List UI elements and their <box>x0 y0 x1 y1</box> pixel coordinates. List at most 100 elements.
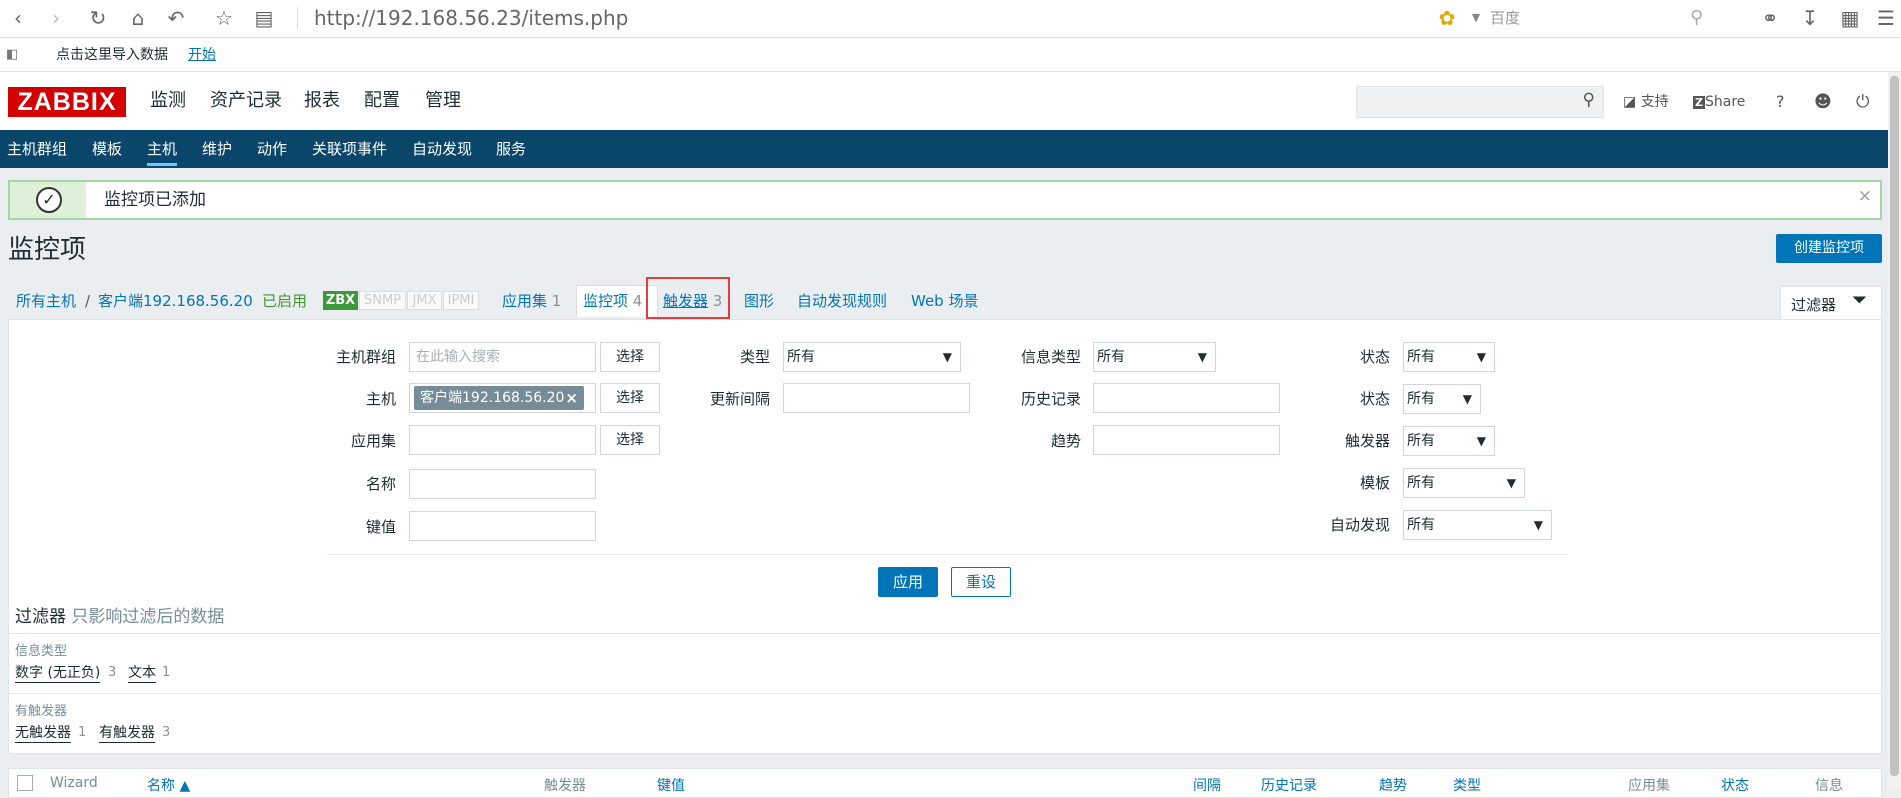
breadcrumb-host[interactable]: 客户端192.168.56.20 <box>98 290 253 312</box>
menu-icon[interactable]: ☰ <box>1872 4 1900 32</box>
share-z-icon: Z <box>1693 96 1705 109</box>
forward-icon[interactable]: › <box>42 4 70 32</box>
share-link[interactable]: Z Share <box>1693 92 1745 113</box>
menu-monitoring[interactable]: 监测 <box>150 86 186 116</box>
submenu-discovery[interactable]: 自动发现 <box>412 139 472 159</box>
zabbix-logo[interactable]: ZABBIX <box>8 87 126 117</box>
template-select-value: 所有 <box>1407 475 1435 491</box>
col-history[interactable]: 历史记录 <box>1261 775 1317 795</box>
host-group-select-button[interactable]: 选择 <box>600 342 660 372</box>
menu-reports[interactable]: 报表 <box>304 86 340 116</box>
status-select[interactable]: 所有 ▼ <box>1403 384 1481 414</box>
state-label: 状态 <box>1359 348 1390 366</box>
start-link[interactable]: 开始 <box>188 38 216 72</box>
name-input[interactable] <box>409 469 596 499</box>
subfilter-with-triggers[interactable]: 有触发器 <box>99 724 155 743</box>
key-label: 键值 <box>365 518 396 536</box>
applications-count: 1 <box>551 292 562 310</box>
chevron-down-icon: ▼ <box>1533 518 1543 532</box>
subfilter-divider <box>8 633 1882 634</box>
trends-input[interactable] <box>1093 425 1280 455</box>
template-select[interactable]: 所有 ▼ <box>1403 468 1525 498</box>
reader-icon[interactable]: ▤ <box>250 4 278 32</box>
application-select-button[interactable]: 选择 <box>600 425 660 455</box>
subfilter-numeric[interactable]: 数字 (无正负) <box>15 664 101 683</box>
submenu-hosts[interactable]: 主机 <box>147 139 178 166</box>
subfilter-text[interactable]: 文本 <box>128 664 156 683</box>
chevron-down-icon[interactable]: ▼ <box>1462 4 1490 32</box>
history-input[interactable] <box>1093 383 1280 413</box>
create-item-button[interactable]: 创建监控项 <box>1776 234 1882 263</box>
tab-applications[interactable]: 应用集 1 <box>502 290 561 312</box>
page-scrollbar[interactable] <box>1888 72 1901 789</box>
submenu-host-groups[interactable]: 主机群组 <box>7 139 67 159</box>
submenu-correlation[interactable]: 关联项事件 <box>312 139 387 159</box>
menu-configuration[interactable]: 配置 <box>364 86 400 116</box>
menu-administration[interactable]: 管理 <box>425 86 461 116</box>
discovery-select[interactable]: 所有 ▼ <box>1403 510 1552 540</box>
submenu-maintenance[interactable]: 维护 <box>202 139 232 159</box>
filter-tab[interactable]: 过滤器 ⏷ <box>1780 286 1882 320</box>
tab-discovery-rules[interactable]: 自动发现规则 <box>797 290 887 312</box>
apply-button[interactable]: 应用 <box>878 567 938 597</box>
key-input[interactable] <box>409 511 596 541</box>
col-status[interactable]: 状态 <box>1721 775 1749 795</box>
cloud-icon[interactable]: ⚭ <box>1756 4 1784 32</box>
support-link[interactable]: ◪ 支持 <box>1623 92 1669 112</box>
breadcrumb-separator: / <box>85 292 91 310</box>
search-icon[interactable]: ⚲ <box>1583 90 1595 110</box>
undo-icon[interactable]: ↶ <box>162 4 190 32</box>
tab-graphs[interactable]: 图形 <box>744 290 774 312</box>
subfilter-no-triggers[interactable]: 无触发器 <box>15 724 71 743</box>
remove-chip-icon[interactable]: × <box>565 386 578 410</box>
reload-icon[interactable]: ↻ <box>84 4 112 32</box>
col-trends[interactable]: 趋势 <box>1379 775 1407 795</box>
help-icon[interactable]: ? <box>1776 92 1785 112</box>
breadcrumb-all-hosts[interactable]: 所有主机 <box>16 290 76 312</box>
application-input[interactable] <box>409 425 596 455</box>
share-label: Share <box>1704 94 1746 110</box>
col-interval[interactable]: 间隔 <box>1193 775 1221 795</box>
host-group-input[interactable]: 在此输入搜索 <box>409 342 596 372</box>
user-profile-icon[interactable]: ☻ <box>1814 92 1832 112</box>
history-label: 历史记录 <box>1020 390 1081 408</box>
close-icon[interactable]: × <box>1858 186 1872 206</box>
info-type-select[interactable]: 所有 ▼ <box>1093 342 1216 372</box>
host-select-button[interactable]: 选择 <box>600 383 660 413</box>
bee-icon[interactable]: ✿ <box>1433 4 1461 32</box>
submenu-services[interactable]: 服务 <box>496 139 526 159</box>
browser-search-placeholder: 百度 <box>1490 9 1521 27</box>
col-name[interactable]: 名称 ▲ <box>147 775 190 795</box>
submenu-actions[interactable]: 动作 <box>257 139 287 159</box>
host-status-enabled[interactable]: 已启用 <box>262 290 307 312</box>
logout-icon[interactable]: ⏻ <box>1856 92 1869 112</box>
scrollbar-thumb[interactable] <box>1890 76 1899 776</box>
type-select[interactable]: 所有 ▼ <box>783 342 961 372</box>
home-icon[interactable]: ⌂ <box>124 4 152 32</box>
tab-web-scenarios[interactable]: Web 场景 <box>911 290 978 312</box>
col-triggers: 触发器 <box>544 778 586 794</box>
global-search-input[interactable]: ⚲ <box>1356 86 1604 118</box>
chevron-down-icon: ▼ <box>1506 476 1516 490</box>
jmx-availability-badge: JMX <box>407 291 442 310</box>
magnifier-icon[interactable]: ⚲ <box>1690 4 1703 32</box>
reset-button[interactable]: 重设 <box>951 567 1011 597</box>
highlight-box <box>646 277 730 319</box>
browser-search[interactable]: 百度 ⚲ <box>1490 4 1732 32</box>
apps-grid-icon[interactable]: ▦ <box>1836 4 1864 32</box>
col-key[interactable]: 键值 <box>657 775 685 795</box>
menu-inventory[interactable]: 资产记录 <box>210 86 282 116</box>
triggers-select[interactable]: 所有 ▼ <box>1403 426 1495 456</box>
back-icon[interactable]: ‹ <box>4 4 32 32</box>
bookmark-bar: ◧ 点击这里导入数据 开始 <box>0 38 1901 72</box>
subfilter-title-text: 过滤器 <box>15 607 66 627</box>
col-type[interactable]: 类型 <box>1453 775 1481 795</box>
address-bar[interactable]: http://192.168.56.23/items.php <box>314 4 628 32</box>
download-icon[interactable]: ↧ <box>1796 4 1824 32</box>
star-icon[interactable]: ☆ <box>210 4 238 32</box>
tab-items[interactable]: 监控项 4 <box>583 290 642 312</box>
state-select[interactable]: 所有 ▼ <box>1403 342 1495 372</box>
update-interval-input[interactable] <box>783 383 970 413</box>
sidebar-icon[interactable]: ◧ <box>6 38 18 72</box>
submenu-templates[interactable]: 模板 <box>92 139 122 159</box>
